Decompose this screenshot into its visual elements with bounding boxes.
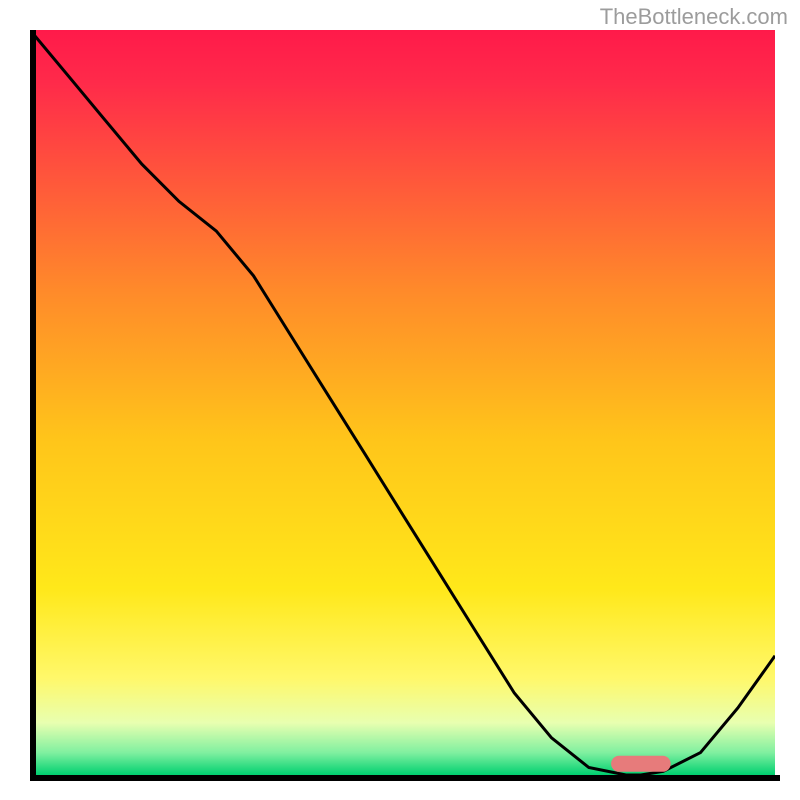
y-axis <box>30 30 36 780</box>
watermark-text: TheBottleneck.com <box>600 4 788 30</box>
chart-svg <box>30 30 775 775</box>
gradient-background <box>30 30 775 775</box>
plot-area <box>30 30 775 775</box>
chart-container: TheBottleneck.com <box>0 0 800 800</box>
marker-bar <box>611 756 671 772</box>
x-axis <box>30 775 780 781</box>
